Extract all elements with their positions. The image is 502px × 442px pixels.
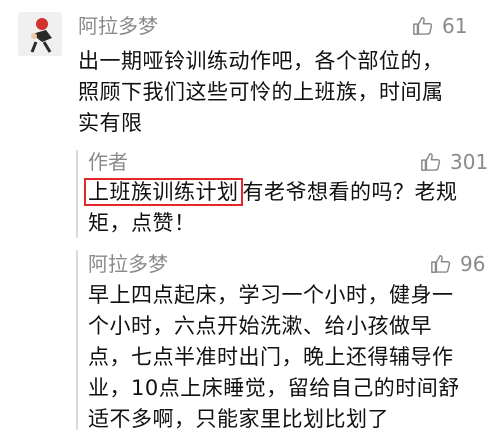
comment-line: 实有限 <box>78 111 143 135</box>
highlighted-phrase: 上班族训练计划 <box>84 178 243 206</box>
reply-user-text: 早上四点起床，学习一个小时，健身一 个小时，六点开始洗漱、给小孩做早 点，七点半… <box>88 280 460 435</box>
reply-user-line: 点，七点半准时出门，晚上还得辅导作 <box>88 345 454 369</box>
reply-user-name[interactable]: 阿拉多梦 <box>88 252 168 276</box>
reply-user-line: 适不多啊，只能家里比划比划了 <box>88 407 389 431</box>
reply-author-like-button[interactable]: 301 <box>420 150 488 174</box>
reply-divider <box>76 250 78 430</box>
reply-author-line: 矩，点赞！ <box>88 211 196 235</box>
avatar[interactable] <box>18 12 62 56</box>
thumbs-up-icon <box>413 17 433 35</box>
comment-line: 照顾下我们这些可怜的上班族，时间属 <box>78 80 444 104</box>
thumbs-up-icon <box>431 255 451 273</box>
reply-author-text: 上班族训练计划 有老爷想看的吗？老规 矩，点赞！ <box>84 177 458 239</box>
reply-user-like-count: 96 <box>460 252 486 276</box>
comment-line: 出一期哑铃训练动作吧，各个部位的， <box>78 49 444 73</box>
comment-like-count: 61 <box>442 14 468 38</box>
thumbs-up-icon <box>421 153 441 171</box>
reply-author-line: 上班族训练计划 有老爷想看的吗？老规 <box>84 177 458 208</box>
reply-user-line: 业，10点上床睡觉，留给自己的时间舒 <box>88 376 460 400</box>
comment-author[interactable]: 阿拉多梦 <box>78 14 158 38</box>
reply-user-line: 个小时，六点开始洗漱、给小孩做早 <box>88 314 432 338</box>
reply-divider <box>76 150 78 238</box>
reply-user-line: 早上四点起床，学习一个小时，健身一 <box>88 283 454 307</box>
reply-author-line-rest: 有老爷想看的吗？老规 <box>242 180 458 204</box>
comment-text: 出一期哑铃训练动作吧，各个部位的， 照顾下我们这些可怜的上班族，时间属 实有限 <box>78 46 444 139</box>
reply-author-like-count: 301 <box>450 150 489 174</box>
reply-author-name: 作者 <box>88 150 128 174</box>
comment-like-button[interactable]: 61 <box>412 14 467 38</box>
avatar-image <box>18 12 62 56</box>
reply-user-like-button[interactable]: 96 <box>430 252 485 276</box>
